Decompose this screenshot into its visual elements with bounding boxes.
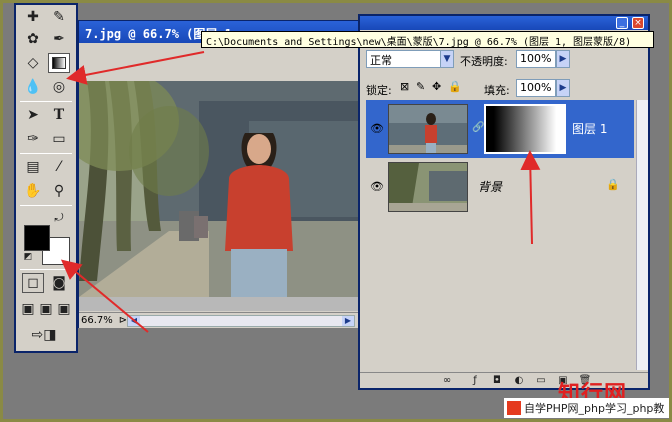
pencil-tool-icon[interactable]: ✎ <box>48 7 70 27</box>
fill-value: 100% <box>520 81 552 94</box>
path-tooltip: C:\Documents and Settings\new\桌面\蒙版\7.jp… <box>201 31 654 48</box>
new-group-icon[interactable]: ▭ <box>534 374 548 387</box>
notes-tool-icon[interactable]: ▤ <box>22 157 44 177</box>
layer-row-layer1[interactable]: 👁 🔗 图层 1 <box>366 100 634 158</box>
path-selection-tool-icon[interactable]: ➤ <box>22 105 44 125</box>
layer-style-icon[interactable]: ƒ <box>468 374 482 387</box>
screen-mode-full-menu-icon[interactable]: ▣ <box>38 299 54 319</box>
healing-brush-tool-icon[interactable]: ✿ <box>22 29 44 49</box>
zoom-level[interactable]: 66.7% <box>81 315 113 326</box>
screen-mode-standard-icon[interactable]: ▣ <box>20 299 36 319</box>
zoom-tool-icon[interactable]: ⚲ <box>48 181 70 201</box>
screen-mode-full-icon[interactable]: ▣ <box>56 299 72 319</box>
visibility-eye-icon[interactable]: 👁 <box>370 122 384 135</box>
fill-input[interactable]: 100% <box>516 79 556 97</box>
opacity-label: 不透明度: <box>460 55 508 68</box>
standard-mode-icon[interactable]: ◻ <box>22 273 44 293</box>
toolbox-divider <box>20 101 72 102</box>
move-tool-icon[interactable]: ✚ <box>22 7 44 27</box>
layer-thumbnail-image <box>389 105 467 153</box>
opacity-slider-icon[interactable]: ▶ <box>556 50 570 68</box>
swap-colors-icon[interactable]: ⤾ <box>52 211 66 225</box>
fill-label: 填充: <box>484 84 510 97</box>
opacity-input[interactable]: 100% <box>516 50 556 68</box>
pen-tool-icon[interactable]: ✑ <box>22 129 44 149</box>
type-tool-icon[interactable]: T <box>48 105 70 125</box>
photo-woman-by-lake <box>79 81 359 297</box>
background-thumbnail[interactable] <box>388 162 468 212</box>
opacity-value: 100% <box>520 52 552 65</box>
mask-link-icon[interactable]: 🔗 <box>472 122 484 133</box>
minimize-icon[interactable]: _ <box>616 17 628 29</box>
default-colors-icon[interactable]: ◩ <box>22 251 34 263</box>
layer-name: 背景 <box>478 180 503 194</box>
lock-all-icon[interactable]: 🔒 <box>448 80 462 93</box>
new-adjustment-layer-icon[interactable]: ◐ <box>512 374 526 387</box>
layer-thumbnail[interactable] <box>388 104 468 154</box>
lock-label: 锁定: <box>366 84 392 97</box>
toolbox-divider <box>20 205 72 206</box>
link-layers-icon[interactable]: ∞ <box>440 374 454 387</box>
scroll-left-icon[interactable]: ◀ <box>128 316 140 326</box>
tools-palette: ✚ ✎ ✿ ✒ ◇ 💧 ◎ ➤ T ✑ ▭ ▤ ⁄ ✋ ⚲ ⤾ ◩ ◻ ◙ ▣ … <box>14 3 78 353</box>
quick-mask-mode-icon[interactable]: ◙ <box>48 273 70 293</box>
layers-vertical-scrollbar[interactable] <box>636 100 648 370</box>
eraser-tool-icon[interactable]: ◇ <box>22 53 44 73</box>
close-icon[interactable]: × <box>632 17 644 29</box>
layer-mask-thumbnail[interactable] <box>484 104 566 154</box>
blend-mode-dropdown-icon[interactable]: ▼ <box>440 50 454 68</box>
watermark-badge-icon <box>507 401 521 415</box>
blur-tool-icon[interactable]: 💧 <box>22 77 44 97</box>
add-mask-icon[interactable]: ◘ <box>490 374 504 387</box>
eyedropper-tool-icon[interactable]: ⁄ <box>48 157 70 177</box>
layers-panel: _ × 正常 ▼ 不透明度: 100% ▶ 锁定: ⊠ ✎ ✥ 🔒 填充: 10… <box>358 14 650 390</box>
fill-slider-icon[interactable]: ▶ <box>556 79 570 97</box>
lock-transparency-icon[interactable]: ⊠ <box>400 80 409 93</box>
horizontal-scrollbar[interactable]: ◀ ▶ <box>127 315 355 327</box>
canvas-margin <box>79 297 359 311</box>
lock-position-icon[interactable]: ✥ <box>432 80 441 93</box>
background-thumbnail-image <box>389 163 467 211</box>
foreground-color-swatch[interactable] <box>24 225 50 251</box>
gradient-tool-icon[interactable] <box>48 53 70 73</box>
dodge-tool-icon[interactable]: ◎ <box>48 77 70 97</box>
layer-name: 图层 1 <box>572 122 608 136</box>
layer-row-background[interactable]: 👁 背景 🔒 <box>366 158 634 216</box>
document-window: 7.jpg @ 66.7% (图层 1, 66.7% ⊳ ◀ ▶ <box>78 20 360 328</box>
hand-tool-icon[interactable]: ✋ <box>22 181 44 201</box>
image-canvas[interactable] <box>79 81 359 297</box>
watermark-text: 自学PHP网_php学习_php教 <box>524 402 665 415</box>
scroll-right-icon[interactable]: ▶ <box>342 316 354 326</box>
document-status-bar: 66.7% ⊳ ◀ ▶ <box>79 312 359 328</box>
lock-image-icon[interactable]: ✎ <box>416 80 425 93</box>
layer-lock-icon: 🔒 <box>606 178 620 191</box>
toolbox-divider <box>20 153 72 154</box>
layers-panel-title-bar[interactable]: _ × <box>360 16 648 30</box>
blend-mode-select[interactable]: 正常 <box>366 50 446 68</box>
blend-mode-value: 正常 <box>370 54 392 67</box>
status-menu-icon[interactable]: ⊳ <box>119 315 127 326</box>
rectangle-tool-icon[interactable]: ▭ <box>48 129 70 149</box>
jump-to-imageready-icon[interactable]: ⇨◨ <box>26 325 62 345</box>
toolbox-divider <box>20 269 72 270</box>
brush-tool-icon[interactable]: ✒ <box>48 29 70 49</box>
visibility-eye-icon[interactable]: 👁 <box>370 180 384 193</box>
watermark-bar: 自学PHP网_php学习_php教 <box>504 398 672 418</box>
